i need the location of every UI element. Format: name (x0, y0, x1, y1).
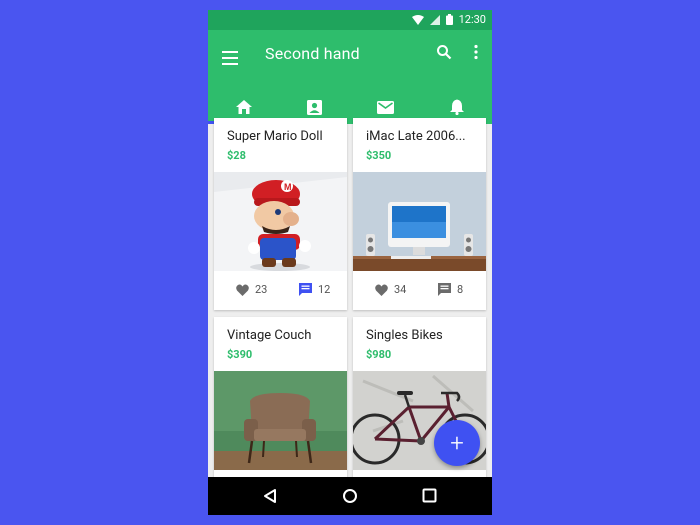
item-card[interactable]: Vintage Couch $390 (214, 317, 347, 482)
item-title: iMac Late 2006... (366, 129, 466, 144)
app-title: Second hand (265, 44, 360, 63)
like-button[interactable]: 34 (375, 283, 406, 296)
home-circle-icon[interactable] (342, 488, 358, 504)
signal-icon (429, 14, 440, 25)
item-actions: 34 8 (353, 271, 486, 309)
app-bar: Second hand (208, 30, 492, 90)
item-title: Singles Bikes (366, 328, 443, 343)
add-item-fab[interactable]: + (434, 420, 480, 466)
phone-screen: 12:30 Second hand Super Mario Doll $28 M… (208, 10, 492, 515)
bell-icon (449, 99, 464, 115)
item-price: $28 (227, 149, 246, 162)
item-card[interactable]: Super Mario Doll $28 M 23 12 (214, 118, 347, 310)
comment-icon (299, 283, 312, 296)
item-price: $980 (366, 348, 392, 361)
battery-icon (445, 14, 453, 25)
comment-count: 8 (457, 283, 464, 296)
back-icon[interactable] (263, 488, 277, 504)
plus-icon: + (450, 429, 464, 457)
status-time: 12:30 (458, 13, 486, 26)
item-title: Vintage Couch (227, 328, 312, 343)
heart-icon (375, 284, 388, 296)
item-photo-imac (353, 172, 486, 271)
comment-icon (438, 283, 451, 296)
like-count: 23 (255, 283, 268, 296)
item-card[interactable]: iMac Late 2006... $350 34 8 (353, 118, 486, 310)
item-price: $350 (366, 149, 392, 162)
contacts-icon (307, 99, 322, 115)
menu-icon[interactable] (222, 51, 238, 65)
recents-icon[interactable] (422, 488, 437, 503)
more-vert-icon[interactable] (473, 44, 479, 60)
item-photo-couch (214, 371, 347, 470)
item-actions: 23 12 (214, 271, 347, 309)
wifi-icon (411, 14, 424, 25)
item-photo-mario-doll: M (214, 172, 347, 271)
comment-button[interactable]: 12 (299, 283, 330, 296)
heart-icon (236, 284, 249, 296)
mail-icon (377, 100, 394, 114)
comment-count: 12 (318, 283, 331, 296)
like-button[interactable]: 23 (236, 283, 267, 296)
item-title: Super Mario Doll (227, 129, 323, 144)
home-icon (235, 100, 252, 114)
svg-text:M: M (284, 182, 292, 192)
comment-button[interactable]: 8 (438, 283, 463, 296)
item-price: $390 (227, 348, 253, 361)
like-count: 34 (394, 283, 407, 296)
system-nav-bar (208, 477, 492, 515)
status-bar: 12:30 (208, 10, 492, 30)
search-icon[interactable] (436, 44, 452, 60)
